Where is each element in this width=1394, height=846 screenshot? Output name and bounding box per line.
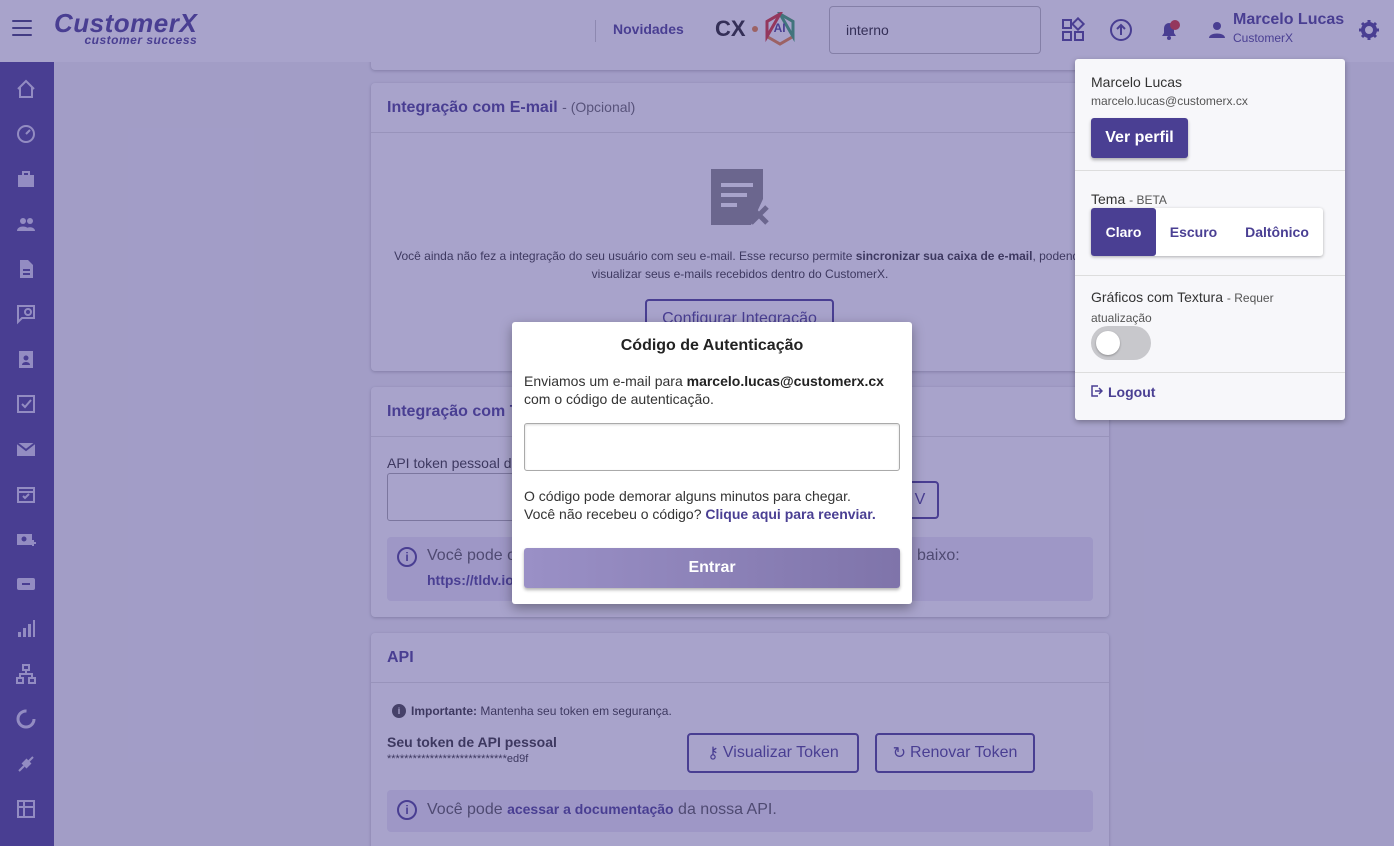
profile-name: Marcelo Lucas — [1091, 74, 1183, 90]
theme-label: Tema - BETA — [1091, 191, 1167, 207]
logout-button[interactable]: Logout — [1091, 384, 1155, 400]
modal-text-after: com o código de autenticação. — [524, 391, 714, 407]
profile-email: marcelo.lucas@customerx.cx — [1091, 94, 1248, 108]
auth-code-modal: Código de Autenticação Enviamos um e-mai… — [512, 322, 912, 604]
auth-code-input[interactable] — [524, 423, 900, 471]
theme-option-claro[interactable]: Claro — [1091, 208, 1156, 256]
logout-label: Logout — [1108, 384, 1156, 400]
texture-label: Gráficos com Textura - Requer atualizaçã… — [1091, 288, 1274, 328]
theme-badge: - BETA — [1129, 193, 1167, 207]
theme-option-daltonico[interactable]: Daltônico — [1231, 208, 1323, 256]
profile-menu: Marcelo Lucas marcelo.lucas@customerx.cx… — [1075, 59, 1345, 420]
texture-label-text: Gráficos com Textura — [1091, 289, 1224, 305]
modal-text: Enviamos um e-mail para marcelo.lucas@cu… — [524, 372, 900, 408]
modal-note-line2: Você não recebeu o código? — [524, 506, 702, 522]
modal-note-line1: O código pode demorar alguns minutos par… — [524, 488, 851, 504]
modal-text-before: Enviamos um e-mail para — [524, 373, 687, 389]
texture-note: - Requer — [1226, 291, 1274, 305]
modal-note: O código pode demorar alguns minutos par… — [524, 487, 900, 523]
submit-button[interactable]: Entrar — [524, 548, 900, 588]
texture-toggle[interactable] — [1091, 326, 1151, 360]
theme-label-text: Tema — [1091, 191, 1126, 207]
modal-email: marcelo.lucas@customerx.cx — [686, 373, 884, 389]
logout-icon — [1091, 384, 1104, 400]
toggle-knob — [1096, 331, 1120, 355]
texture-note2: atualização — [1091, 311, 1152, 325]
theme-toggle-group: Claro Escuro Daltônico — [1091, 208, 1323, 256]
view-profile-button[interactable]: Ver perfil — [1091, 118, 1188, 158]
profile-section: Marcelo Lucas marcelo.lucas@customerx.cx… — [1075, 59, 1345, 171]
modal-title: Código de Autenticação — [620, 337, 804, 354]
resend-link[interactable]: Clique aqui para reenviar. — [705, 506, 875, 522]
theme-option-escuro[interactable]: Escuro — [1156, 208, 1231, 256]
